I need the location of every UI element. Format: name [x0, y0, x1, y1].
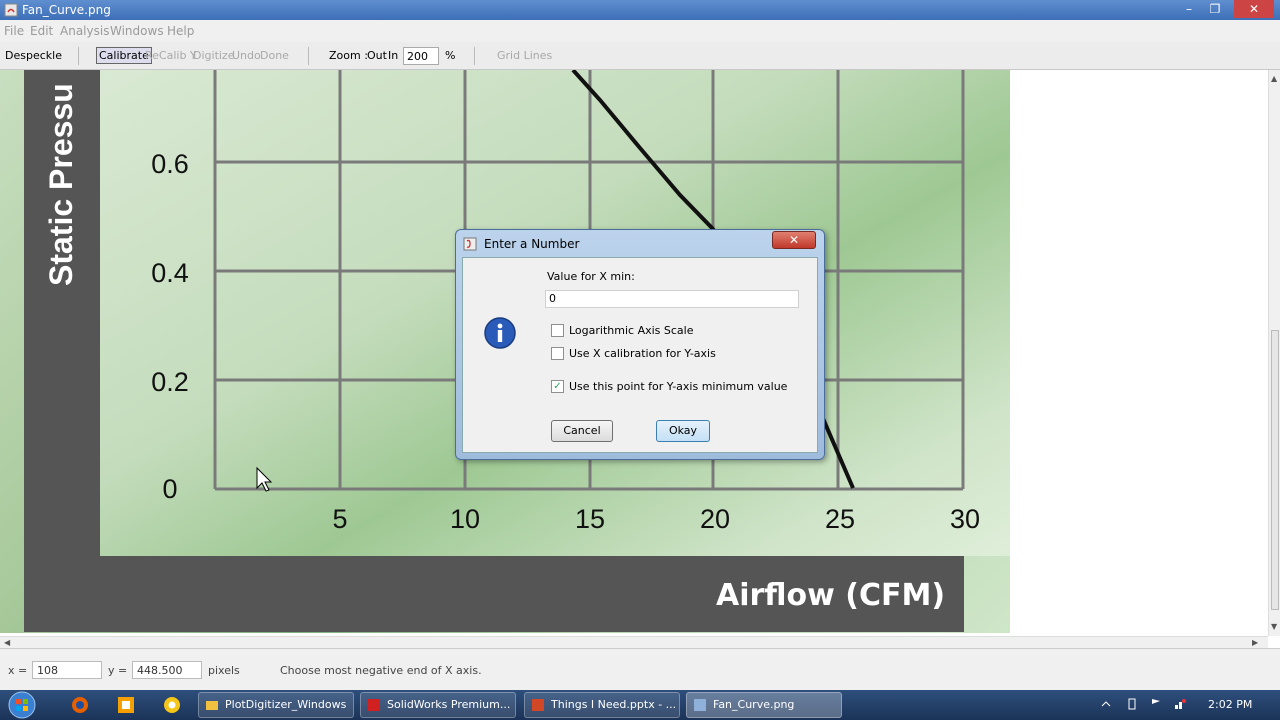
y-axis-title: Static Pressu: [43, 83, 79, 286]
x-tick-label: 25: [825, 504, 855, 534]
zoom-input[interactable]: 200: [403, 47, 439, 65]
task-label: PlotDigitizer_Windows: [225, 698, 347, 711]
zoom-label: Zoom :: [329, 49, 368, 62]
undo-button[interactable]: Undo: [232, 49, 261, 62]
task-solidworks[interactable]: SolidWorks Premium...: [360, 692, 516, 718]
dialog-title: Enter a Number: [484, 237, 580, 251]
zoom-out-button[interactable]: Out: [367, 49, 387, 62]
status-bar: x = 108 y = 448.500 pixels Choose most n…: [0, 648, 1280, 690]
network-icon[interactable]: [1174, 698, 1186, 710]
x-tick-label: 30: [950, 504, 980, 534]
cancel-button[interactable]: Cancel: [551, 420, 613, 442]
folder-icon: [206, 701, 218, 710]
y-tick-label: 0: [162, 474, 177, 504]
x-tick-label: 10: [450, 504, 480, 534]
calibrate-button[interactable]: Calibrate: [96, 47, 152, 64]
toolbar-separator: [78, 47, 79, 65]
x-tick-label: 5: [332, 504, 347, 534]
task-label: Fan_Curve.png: [713, 698, 795, 711]
clock[interactable]: 2:02 PM: [1208, 698, 1252, 711]
vertical-scrollbar[interactable]: ▲ ▼: [1268, 70, 1280, 636]
toolbar: Despeckle Calibrate ReCalib Y Digitize U…: [0, 42, 1280, 70]
coord-units-label: pixels: [208, 664, 240, 677]
menu-bar: File Edit Analysis Windows Help: [0, 20, 1280, 42]
y-coord-field: 448.500: [132, 661, 202, 679]
recalib-y-button[interactable]: ReCalib Y: [145, 49, 197, 62]
enter-number-dialog: Enter a Number ✕ Value for X min: 0 Loga…: [455, 229, 825, 460]
toolbar-separator: [308, 47, 309, 65]
java-app-icon: [4, 3, 18, 17]
windows-start-icon[interactable]: [4, 691, 40, 719]
menu-edit[interactable]: Edit: [30, 24, 53, 38]
task-plotdigitizer[interactable]: PlotDigitizer_Windows: [198, 692, 354, 718]
x-tick-label: 20: [700, 504, 730, 534]
x-coord-label: x =: [8, 664, 28, 677]
menu-windows[interactable]: Windows: [110, 24, 164, 38]
taskbar: PlotDigitizer_Windows SolidWorks Premium…: [0, 690, 1280, 720]
value-input[interactable]: 0: [545, 290, 799, 308]
x-tick-label: 15: [575, 504, 605, 534]
maximize-button[interactable]: ❐: [1202, 0, 1228, 18]
task-powerpoint[interactable]: Things I Need.pptx - ...: [524, 692, 680, 718]
scroll-right-icon[interactable]: ▶: [1252, 638, 1258, 647]
office-icon[interactable]: [116, 695, 136, 715]
firefox-icon[interactable]: [70, 695, 90, 715]
grid-lines-button[interactable]: Grid Lines: [497, 49, 552, 62]
dialog-body: Value for X min: 0 Logarithmic Axis Scal…: [462, 257, 818, 453]
log-axis-label[interactable]: Logarithmic Axis Scale: [569, 324, 693, 337]
info-icon: [484, 317, 516, 349]
digitize-button[interactable]: Digitize: [193, 49, 234, 62]
y-tick-label: 0.6: [151, 149, 189, 179]
window-title: Fan_Curve.png: [22, 3, 111, 17]
y-min-point-label[interactable]: Use this point for Y-axis minimum value: [569, 380, 787, 393]
title-bar: Fan_Curve.png – ❐ ✕: [0, 0, 1280, 20]
vertical-scroll-thumb[interactable]: [1271, 330, 1279, 610]
horizontal-scrollbar[interactable]: ◀ ▶: [0, 636, 1268, 648]
task-label: Things I Need.pptx - ...: [551, 698, 677, 711]
y-tick-label: 0.4: [151, 258, 189, 288]
menu-analysis[interactable]: Analysis: [60, 24, 109, 38]
menu-file[interactable]: File: [4, 24, 24, 38]
okay-button[interactable]: Okay: [656, 420, 710, 442]
menu-help[interactable]: Help: [167, 24, 194, 38]
y-tick-label: 0.2: [151, 367, 189, 397]
y-min-point-checkbox[interactable]: ✓: [551, 380, 564, 393]
use-x-calibration-checkbox[interactable]: [551, 347, 564, 360]
x-coord-field: 108: [32, 661, 102, 679]
battery-icon[interactable]: [1126, 698, 1138, 710]
toolbar-separator: [474, 47, 475, 65]
scroll-down-icon[interactable]: ▼: [1271, 622, 1277, 631]
powerpoint-icon: [532, 699, 544, 711]
done-button[interactable]: Done: [260, 49, 289, 62]
scroll-left-icon[interactable]: ◀: [4, 638, 10, 647]
value-prompt-label: Value for X min:: [547, 270, 635, 283]
task-label: SolidWorks Premium...: [387, 698, 511, 711]
zoom-in-button[interactable]: In: [388, 49, 398, 62]
java-dialog-icon: [463, 237, 477, 251]
log-axis-checkbox[interactable]: [551, 324, 564, 337]
chrome-icon[interactable]: [162, 695, 182, 715]
y-coord-label: y =: [108, 664, 128, 677]
zoom-percent-label: %: [445, 49, 456, 62]
minimize-button[interactable]: –: [1176, 0, 1202, 18]
scroll-up-icon[interactable]: ▲: [1271, 74, 1277, 83]
close-button[interactable]: ✕: [1234, 0, 1274, 18]
java-app-icon: [694, 699, 706, 711]
solidworks-icon: [368, 699, 380, 711]
despeckle-button[interactable]: Despeckle: [5, 49, 62, 62]
task-fan-curve[interactable]: Fan_Curve.png: [686, 692, 842, 718]
status-message: Choose most negative end of X axis.: [280, 664, 482, 677]
action-center-flag-icon[interactable]: [1150, 698, 1162, 710]
x-axis-title: Airflow (CFM): [716, 578, 946, 613]
use-x-calibration-label[interactable]: Use X calibration for Y-axis: [569, 347, 716, 360]
tray-expand-icon[interactable]: [1100, 698, 1112, 710]
dialog-close-button[interactable]: ✕: [772, 231, 816, 249]
